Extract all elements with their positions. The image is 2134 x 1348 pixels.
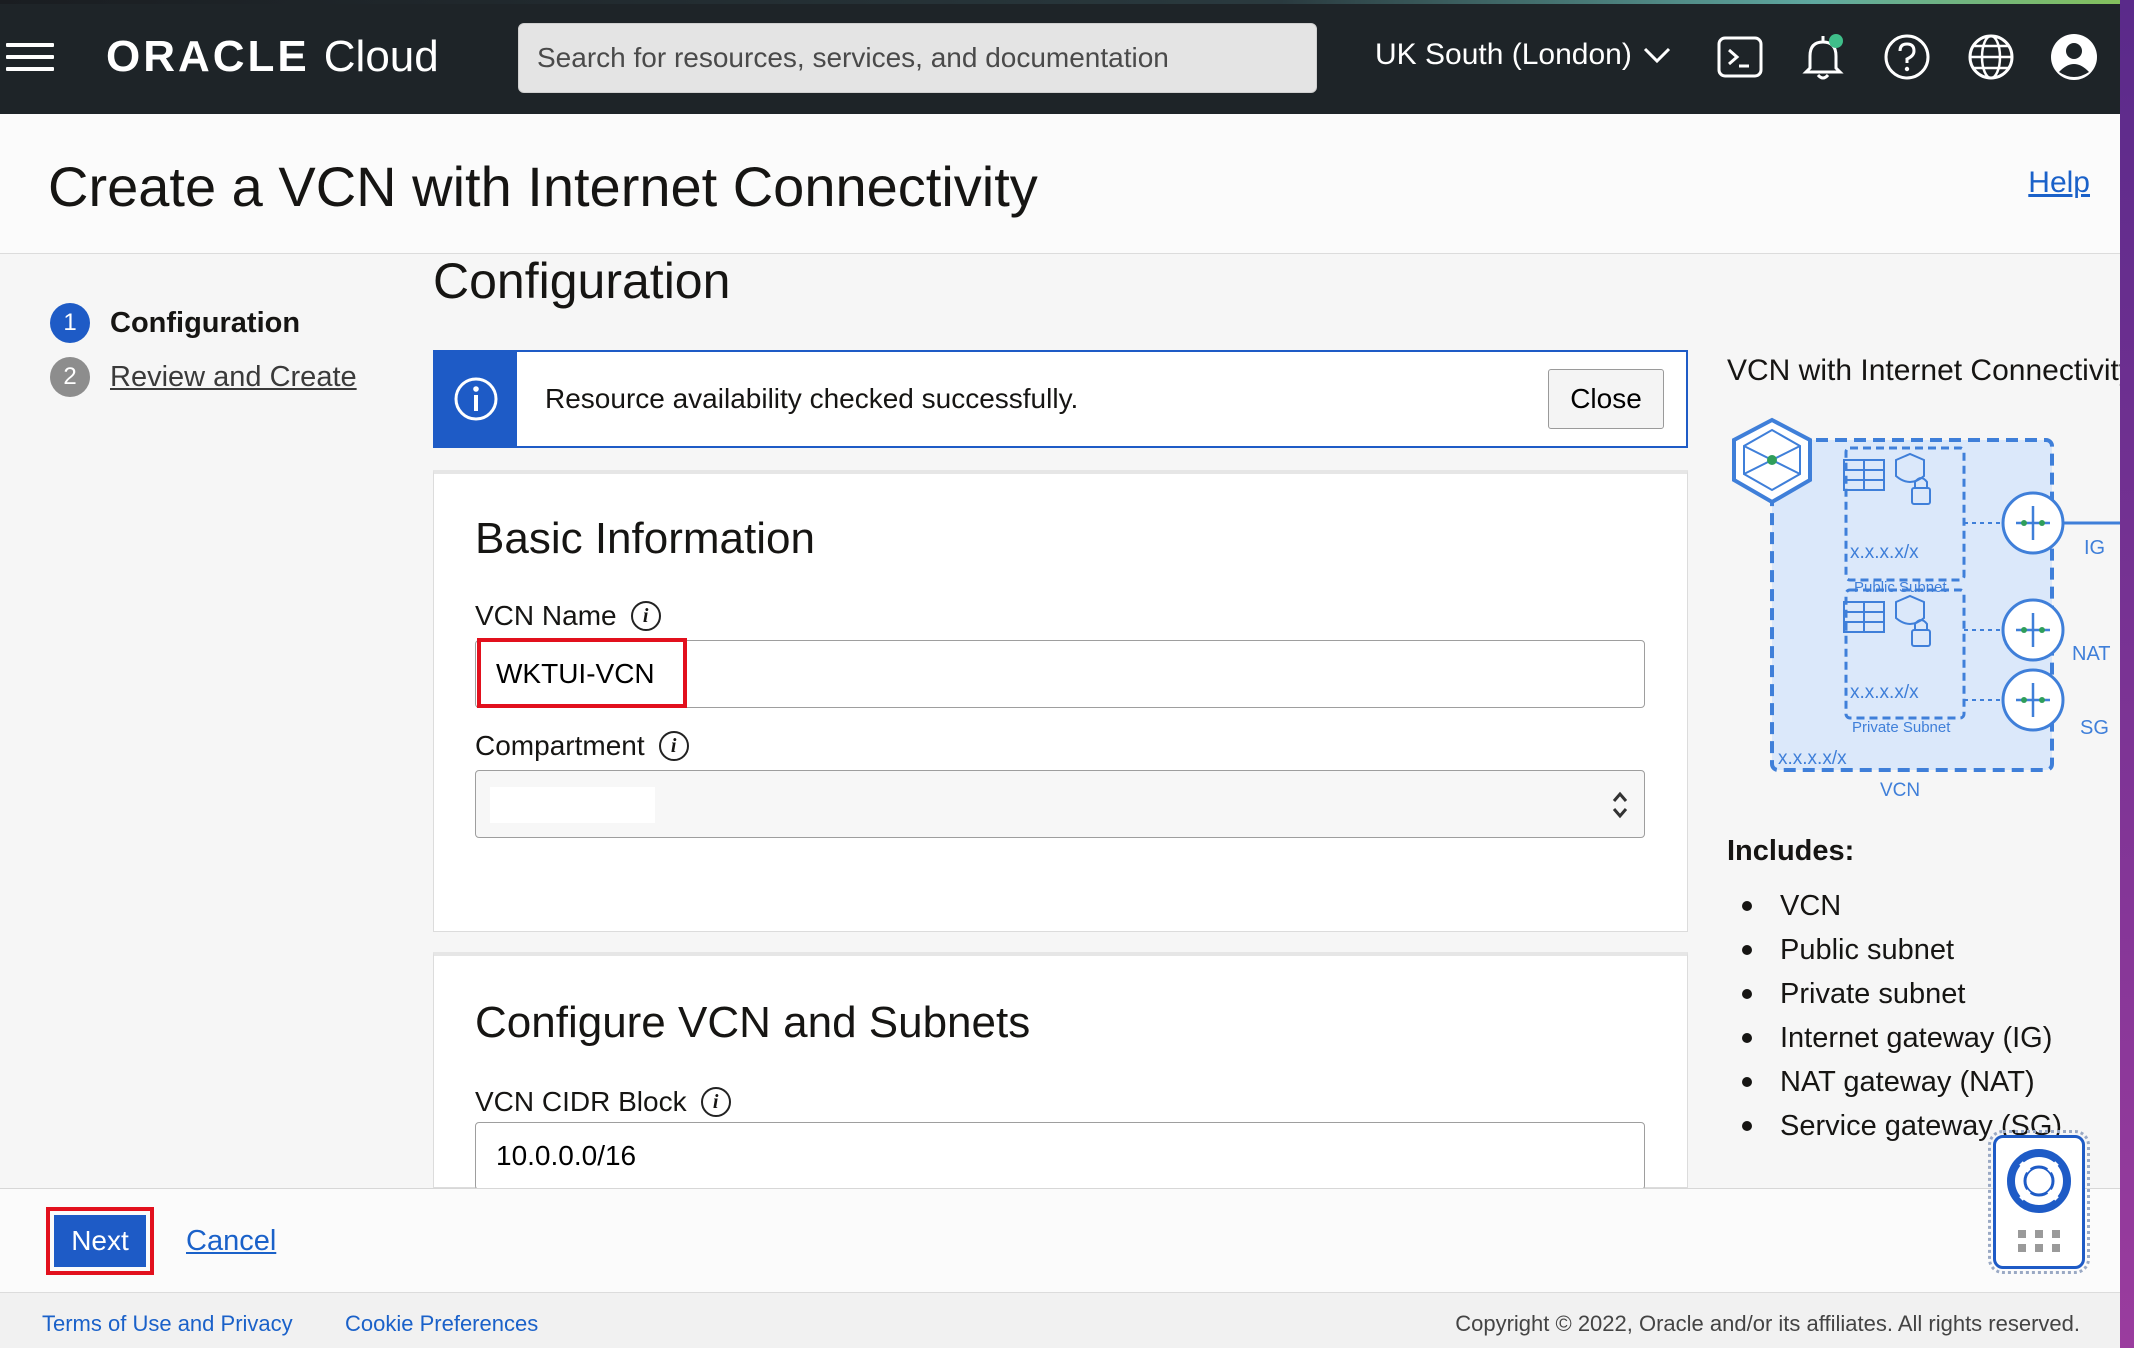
window-edge-strip — [2120, 0, 2134, 1348]
hamburger-menu-icon[interactable] — [6, 43, 54, 71]
highlight-box — [477, 638, 687, 708]
cancel-link[interactable]: Cancel — [186, 1225, 276, 1258]
list-item: VCN — [1742, 884, 2062, 928]
nat-label: NAT — [2072, 643, 2111, 665]
step-label: Configuration — [110, 306, 301, 339]
list-item: NAT gateway (NAT) — [1742, 1060, 2062, 1104]
info-tooltip-icon[interactable]: i — [630, 601, 661, 631]
vcn-diagram: x.x.x.x/x Public Subnet x.x.x.x/x Privat… — [1732, 417, 2120, 801]
brand-oracle: ORACLE — [106, 32, 310, 81]
user-profile-icon[interactable] — [2049, 32, 2099, 82]
next-button[interactable]: Next — [54, 1215, 146, 1267]
private-cidr-text: x.x.x.x/x — [1850, 682, 1919, 703]
step-number: 2 — [50, 357, 90, 397]
compartment-select[interactable] — [475, 770, 1645, 838]
notifications-bell-icon[interactable] — [1798, 32, 1848, 82]
list-item: Internet gateway (IG) — [1742, 1016, 2062, 1060]
help-link[interactable]: Help — [2028, 166, 2090, 200]
private-subnet-label: Private Subnet — [1852, 719, 1951, 736]
step-review-and-create[interactable]: 2 Review and Create — [50, 350, 357, 404]
list-item: Public subnet — [1742, 928, 2062, 972]
label-text: VCN Name — [475, 600, 617, 631]
oracle-cloud-logo[interactable]: ORACLE Cloud — [106, 30, 439, 84]
language-globe-icon[interactable] — [1966, 32, 2016, 82]
section-title: Configuration — [433, 253, 731, 309]
cidr-block-label: VCN CIDR Block i — [475, 1086, 731, 1118]
wizard-steps: 1 Configuration 2 Review and Create — [50, 296, 357, 404]
card-title: Configure VCN and Subnets — [475, 998, 1031, 1047]
brand-cloud: Cloud — [323, 32, 439, 81]
info-tooltip-icon[interactable]: i — [700, 1087, 731, 1117]
label-text: Compartment — [475, 730, 645, 761]
lifebuoy-icon — [2007, 1149, 2071, 1252]
banner-message: Resource availability checked successful… — [545, 383, 1079, 414]
terms-link[interactable]: Terms of Use and Privacy — [42, 1311, 293, 1337]
configure-vcn-subnets-card: Configure VCN and Subnets VCN CIDR Block… — [433, 952, 1688, 1190]
basic-information-card: Basic Information VCN Name i Compartment… — [433, 470, 1688, 932]
public-subnet-label: Public Subnet — [1854, 579, 1947, 596]
page-footer: Terms of Use and Privacy Cookie Preferen… — [0, 1292, 2120, 1348]
step-number: 1 — [50, 303, 90, 343]
global-search[interactable] — [518, 23, 1317, 93]
info-tooltip-icon[interactable]: i — [658, 731, 689, 761]
page-title: Create a VCN with Internet Connectivity — [48, 155, 1038, 218]
includes-title: Includes: — [1727, 835, 1855, 867]
select-arrows-icon — [1612, 791, 1628, 819]
cloud-shell-icon[interactable] — [1715, 32, 1765, 82]
wizard-action-bar: Next Cancel — [0, 1188, 2120, 1292]
search-input[interactable] — [537, 42, 1316, 74]
help-icon[interactable] — [1882, 32, 1932, 82]
compartment-label: Compartment i — [475, 730, 689, 762]
step-label: Review and Create — [110, 360, 357, 393]
vcn-name-label: VCN Name i — [475, 600, 661, 632]
region-label: UK South (London) — [1375, 38, 1632, 71]
sg-label: SG — [2080, 717, 2109, 739]
info-icon — [435, 352, 517, 446]
close-button[interactable]: Close — [1548, 369, 1664, 429]
vcn-cidr-text: x.x.x.x/x — [1778, 748, 1847, 769]
region-selector[interactable]: UK South (London) — [1375, 38, 1672, 72]
ig-label: IG — [2084, 537, 2105, 559]
vcn-label: VCN — [1880, 780, 1920, 801]
support-help-widget[interactable] — [1988, 1130, 2090, 1274]
card-title: Basic Information — [475, 514, 815, 563]
public-cidr-text: x.x.x.x/x — [1850, 542, 1919, 563]
highlight-box: Next — [46, 1207, 154, 1275]
info-banner: Resource availability checked successful… — [433, 350, 1688, 448]
diagram-title: VCN with Internet Connectivity — [1727, 354, 2127, 387]
redacted-value — [490, 787, 655, 823]
includes-list: VCN Public subnet Private subnet Interne… — [1742, 884, 2062, 1148]
chevron-down-icon — [1643, 47, 1670, 64]
top-accent-stripe — [0, 0, 2134, 4]
label-text: VCN CIDR Block — [475, 1086, 687, 1117]
page-header: Create a VCN with Internet Connectivity … — [0, 114, 2120, 254]
copyright-text: Copyright © 2022, Oracle and/or its affi… — [1455, 1311, 2080, 1336]
step-configuration[interactable]: 1 Configuration — [50, 296, 357, 350]
cidr-block-input[interactable] — [475, 1122, 1645, 1190]
list-item: Private subnet — [1742, 972, 2062, 1016]
cookie-preferences-link[interactable]: Cookie Preferences — [345, 1311, 538, 1337]
top-navigation-bar: ORACLE Cloud UK South (London) — [0, 0, 2134, 114]
